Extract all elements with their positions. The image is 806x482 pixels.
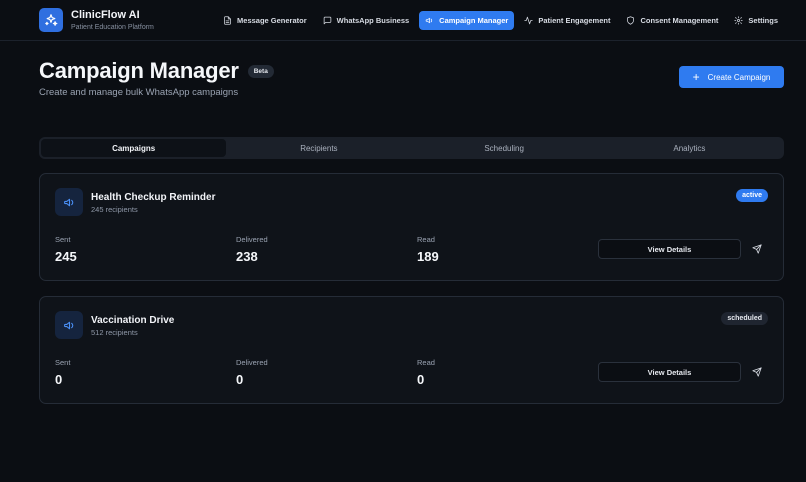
view-details-button[interactable]: View Details [598,239,741,259]
page-title-row: Campaign Manager Beta [39,58,274,84]
create-campaign-label: Create Campaign [707,72,771,82]
status-badge: active [736,189,768,202]
campaign-card: Health Checkup Reminder 245 recipients a… [39,173,784,281]
nav-message-generator[interactable]: Message Generator [217,11,313,30]
sent-value: 245 [55,249,77,264]
campaign-recipients: 512 recipients [91,328,138,337]
nav-label: Message Generator [237,16,307,25]
sent-label: Sent [55,235,71,244]
read-value: 189 [417,249,439,264]
page-subtitle: Create and manage bulk WhatsApp campaign… [39,87,239,98]
nav-label: WhatsApp Business [336,16,410,25]
beta-badge: Beta [247,64,274,78]
campaign-tabs: Campaigns Recipients Scheduling Analytic… [39,137,784,159]
send-button[interactable] [749,241,765,257]
shield-icon [627,16,635,25]
nav-settings[interactable]: Settings [728,11,784,30]
megaphone-icon [425,17,433,24]
nav-label: Consent Management [640,16,719,25]
plus-icon: + [692,70,700,84]
delivered-value: 238 [236,249,258,264]
read-label: Read [417,235,435,244]
read-value: 0 [417,372,425,387]
page-title: Campaign Manager [39,58,239,83]
send-icon [752,244,762,254]
tab-scheduling[interactable]: Scheduling [412,139,597,157]
delivered-label: Delivered [236,358,268,367]
read-label: Read [417,358,435,367]
gear-icon [734,16,744,25]
brand-name: ClinicFlow AI [71,8,140,21]
brand[interactable]: ClinicFlow AI Patient Education Platform [39,8,154,32]
nav-patient-engagement[interactable]: Patient Engagement [518,11,616,30]
campaign-card: Vaccination Drive 512 recipients schedul… [39,296,784,404]
nav-whatsapp-business[interactable]: WhatsApp Business [317,11,416,30]
sent-value: 0 [55,372,63,387]
nav-campaign-manager[interactable]: Campaign Manager [419,11,515,30]
brand-subtitle: Patient Education Platform [71,23,154,31]
megaphone-icon [55,311,83,339]
nav-label: Patient Engagement [538,16,611,25]
sent-label: Sent [55,358,71,367]
nav-label: Settings [748,16,778,25]
campaign-recipients: 245 recipients [91,205,138,214]
status-badge: scheduled [721,312,768,325]
main-nav: Message Generator WhatsApp Business Camp… [217,11,784,30]
campaign-name: Vaccination Drive [91,315,175,326]
tab-analytics[interactable]: Analytics [597,139,782,157]
file-text-icon [224,16,231,25]
delivered-value: 0 [236,372,244,387]
sparkles-icon [39,8,63,32]
delivered-label: Delivered [236,235,268,244]
view-details-button[interactable]: View Details [598,362,741,382]
top-navigation-bar: ClinicFlow AI Patient Education Platform… [0,0,806,41]
megaphone-icon [55,188,83,216]
create-campaign-button[interactable]: + Create Campaign [679,66,784,88]
tab-campaigns[interactable]: Campaigns [41,139,227,157]
send-icon [752,367,762,377]
tab-recipients[interactable]: Recipients [226,139,411,157]
nav-consent-management[interactable]: Consent Management [620,11,724,30]
activity-icon [524,16,533,25]
send-button[interactable] [749,364,765,380]
nav-label: Campaign Manager [439,16,509,25]
message-square-icon [323,16,331,25]
campaign-name: Health Checkup Reminder [91,192,216,203]
